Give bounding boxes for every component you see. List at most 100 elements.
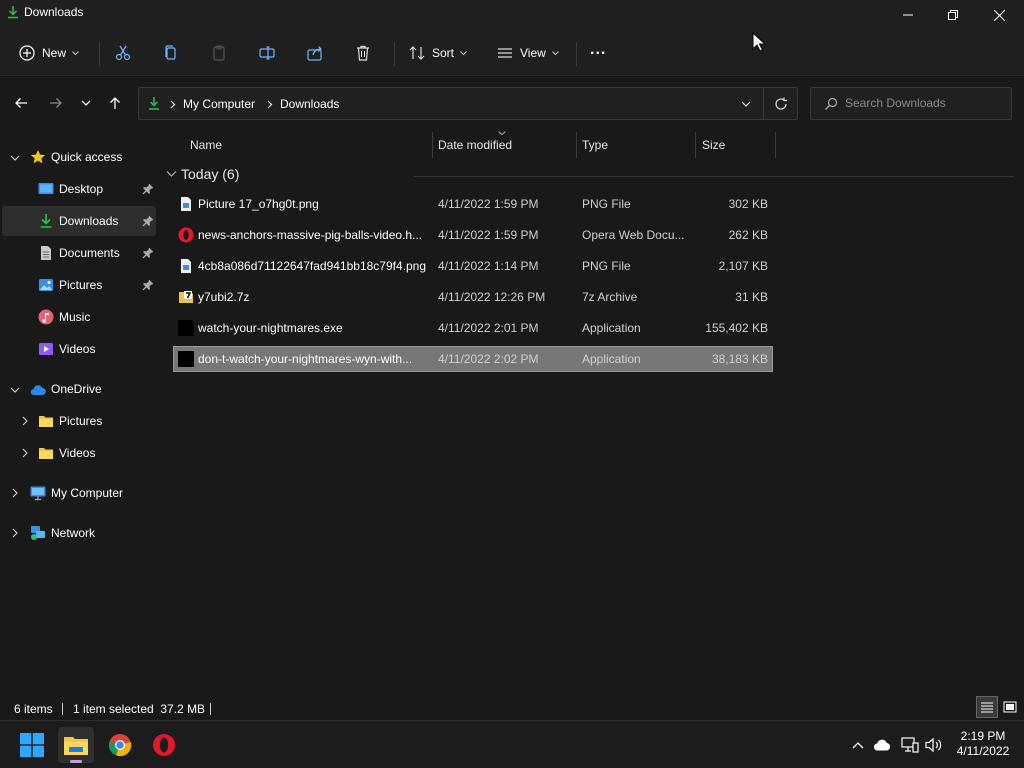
image-file-icon: [181, 197, 191, 211]
sidebar-item-label: Desktop: [59, 182, 104, 196]
recent-locations-button[interactable]: [74, 91, 98, 115]
pin-icon[interactable]: [142, 215, 154, 227]
clock[interactable]: 2:19 PM 4/11/2022: [950, 729, 1016, 759]
arrow-up-icon: [110, 97, 120, 109]
group-header-today[interactable]: Today (6): [166, 166, 239, 182]
opera-icon: [178, 227, 194, 243]
column-header-name[interactable]: Name: [184, 132, 432, 158]
paste-button[interactable]: [210, 38, 234, 68]
sidebar-item-quick-access[interactable]: Quick access: [2, 142, 156, 172]
taskbar-chrome[interactable]: [102, 727, 138, 763]
forward-button[interactable]: [44, 91, 68, 115]
refresh-icon[interactable]: [774, 97, 788, 111]
file-date: 4/11/2022 1:59 PM: [438, 197, 539, 211]
back-button[interactable]: [9, 91, 33, 115]
sidebar-item-downloads[interactable]: Downloads: [2, 206, 156, 236]
file-date: 4/11/2022 1:14 PM: [438, 259, 539, 273]
sidebar-item-network[interactable]: Network: [2, 518, 156, 548]
rename-icon: [259, 46, 275, 60]
restore-button[interactable]: [930, 0, 976, 30]
breadcrumb-downloads[interactable]: Downloads: [280, 97, 339, 111]
download-icon: [8, 6, 18, 19]
sidebar-item-label: Music: [59, 310, 91, 324]
download-icon: [149, 97, 159, 110]
search-input[interactable]: [845, 96, 1005, 110]
minimize-icon: [903, 14, 913, 16]
column-header-date[interactable]: Date modified: [432, 131, 576, 158]
onedrive-tray[interactable]: [872, 735, 892, 755]
file-type: PNG File: [582, 259, 631, 273]
clock-date: 4/11/2022: [956, 744, 1010, 758]
file-row[interactable]: y7ubi2.7z 4/11/2022 12:26 PM 7z Archive …: [174, 285, 772, 309]
network-tray[interactable]: [900, 735, 920, 755]
file-row[interactable]: 4cb8a086d71122647fad941bb18c79f4.png 4/1…: [174, 254, 772, 278]
taskbar-opera[interactable]: [146, 727, 182, 763]
file-type: Application: [582, 352, 641, 366]
delete-button[interactable]: [354, 38, 378, 68]
copy-button[interactable]: [162, 38, 186, 68]
sidebar-item-my-computer[interactable]: My Computer: [2, 478, 156, 508]
list-view-icon: [498, 48, 512, 58]
file-row[interactable]: Picture 17_o7hg0t.png 4/11/2022 1:59 PM …: [174, 192, 772, 216]
address-bar[interactable]: My Computer Downloads: [138, 87, 798, 120]
rename-button[interactable]: [258, 38, 282, 68]
chevron-down-icon: [551, 50, 559, 55]
file-row[interactable]: news-anchors-massive-pig-balls-video.h..…: [174, 223, 772, 247]
sidebar-item-label: My Computer: [51, 486, 124, 500]
file-date: 4/11/2022 12:26 PM: [438, 290, 546, 304]
network-icon: [901, 737, 919, 753]
item-count: 6 items: [14, 702, 53, 716]
sidebar-item-onedrive-pictures[interactable]: Pictures: [2, 406, 156, 436]
pin-icon[interactable]: [142, 247, 154, 259]
sidebar-item-music[interactable]: Music: [2, 302, 156, 332]
close-button[interactable]: [976, 0, 1022, 30]
volume-tray[interactable]: [924, 735, 944, 755]
column-header-size[interactable]: Size: [696, 132, 774, 158]
view-button[interactable]: View: [496, 38, 564, 68]
sidebar-item-onedrive-videos[interactable]: Videos: [2, 438, 156, 468]
file-name: y7ubi2.7z: [198, 290, 250, 304]
sidebar-item-label: Videos: [59, 446, 96, 460]
computer-icon: [30, 486, 46, 501]
tiles-view-toggle[interactable]: [999, 696, 1021, 718]
search-box[interactable]: [810, 87, 1012, 120]
group-label: Today (6): [181, 166, 240, 182]
up-button[interactable]: [103, 91, 127, 115]
details-view-icon: [981, 702, 993, 713]
sort-button[interactable]: Sort: [408, 38, 472, 68]
restore-icon: [948, 10, 958, 20]
new-button[interactable]: New: [18, 38, 88, 68]
application-icon: [178, 320, 194, 336]
chevron-down-icon[interactable]: [741, 101, 751, 108]
divider: [394, 42, 395, 66]
sidebar-item-pictures[interactable]: Pictures: [2, 270, 156, 300]
breadcrumb-my-computer[interactable]: My Computer: [183, 97, 255, 111]
file-row[interactable]: watch-your-nightmares.exe 4/11/2022 2:01…: [174, 316, 772, 340]
share-button[interactable]: [306, 38, 330, 68]
document-icon: [41, 246, 51, 260]
sidebar-item-documents[interactable]: Documents: [2, 238, 156, 268]
sidebar-item-label: Pictures: [59, 278, 103, 292]
file-type: Opera Web Docu...: [582, 228, 685, 242]
minimize-button[interactable]: [885, 0, 931, 30]
application-icon: [178, 351, 194, 367]
sidebar-item-desktop[interactable]: Desktop: [2, 174, 156, 204]
more-options-button[interactable]: ...: [590, 38, 614, 68]
sidebar-item-onedrive[interactable]: OneDrive: [2, 374, 156, 404]
file-date: 4/11/2022 2:01 PM: [438, 321, 539, 335]
start-button[interactable]: [14, 727, 50, 763]
details-view-toggle[interactable]: [976, 696, 998, 718]
show-hidden-icons-button[interactable]: [848, 735, 868, 755]
cut-button[interactable]: [114, 38, 138, 68]
taskbar-file-explorer[interactable]: [58, 727, 94, 763]
pin-icon[interactable]: [142, 279, 154, 291]
sidebar-item-videos[interactable]: Videos: [2, 334, 156, 364]
column-divider[interactable]: [775, 132, 776, 158]
sidebar-item-label: Pictures: [59, 414, 103, 428]
folder-icon: [39, 448, 53, 459]
pin-icon[interactable]: [142, 183, 154, 195]
file-row[interactable]: don-t-watch-your-nightmares-wyn-with... …: [173, 346, 773, 372]
divider: [576, 42, 577, 66]
column-header-type[interactable]: Type: [576, 132, 696, 158]
title-bar: Downloads: [0, 0, 1024, 30]
